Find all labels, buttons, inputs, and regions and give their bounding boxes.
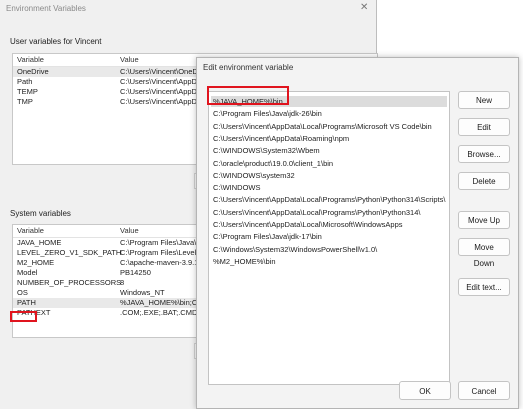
list-item[interactable]: %M2_HOME%\bin (211, 256, 447, 267)
list-item[interactable]: C:\Users\Vincent\AppData\Local\Programs\… (211, 194, 447, 205)
variable-value: C:\Users\Vincent\OneD (120, 67, 198, 76)
list-item[interactable]: C:\WINDOWS (211, 182, 447, 193)
column-variable[interactable]: Variable (17, 55, 44, 64)
ok-button[interactable]: OK (399, 381, 451, 400)
list-item[interactable]: C:\Users\Vincent\AppData\Roaming\npm (211, 133, 447, 144)
delete-button[interactable]: Delete (458, 172, 510, 190)
column-value[interactable]: Value (120, 55, 139, 64)
edit-environment-variable-dialog: Edit environment variable %JAVA_HOME%\bi… (196, 57, 519, 409)
user-variables-label: User variables for Vincent (10, 37, 102, 46)
move-up-button[interactable]: Move Up (458, 211, 510, 229)
variable-name: OS (17, 288, 28, 297)
dialog-title: Edit environment variable (203, 63, 294, 72)
list-item[interactable]: C:\Program Files\Java\jdk-17\bin (211, 231, 447, 242)
list-item[interactable]: C:\Users\Vincent\AppData\Local\Microsoft… (211, 219, 447, 230)
list-item[interactable]: C:\Users\Vincent\AppData\Local\Programs\… (211, 207, 447, 218)
browse-button[interactable]: Browse... (458, 145, 510, 163)
variable-value: C:\Users\Vincent\AppD (120, 87, 197, 96)
variable-name: TMP (17, 97, 33, 106)
list-item[interactable]: C:\WINDOWS\system32 (211, 170, 447, 181)
variable-value: .COM;.EXE;.BAT;.CMD;.V (120, 308, 207, 317)
variable-name: TEMP (17, 87, 38, 96)
list-item[interactable]: C:\oracle\product\19.0.0\client_1\bin (211, 158, 447, 169)
java-home-highlight-box (207, 86, 289, 105)
variable-value: C:\Program Files\Level2 (120, 248, 201, 257)
variable-name: LEVEL_ZERO_V1_SDK_PATH (17, 248, 122, 257)
column-value[interactable]: Value (120, 226, 139, 235)
variable-value: C:\Program Files\Java\j (120, 238, 198, 247)
variable-value: C:\apache-maven-3.9.1 (120, 258, 199, 267)
variable-value: PB14250 (120, 268, 151, 277)
variable-value: %JAVA_HOME%\bin;C:\ (120, 298, 202, 307)
variable-value: Windows_NT (120, 288, 165, 297)
move-down-button[interactable]: Move Down (458, 238, 510, 268)
column-variable[interactable]: Variable (17, 226, 44, 235)
variable-name: M2_HOME (17, 258, 55, 267)
variable-name: Path (17, 77, 33, 86)
list-item[interactable]: C:\Users\Vincent\AppData\Local\Programs\… (211, 121, 447, 132)
variable-name: JAVA_HOME (17, 238, 62, 247)
list-item[interactable]: C:\Windows\System32\WindowsPowerShell\v1… (211, 244, 447, 255)
system-variables-label: System variables (10, 209, 71, 218)
variable-name: OneDrive (17, 67, 49, 76)
path-entries-list[interactable]: %JAVA_HOME%\bin C:\Program Files\Java\jdk… (208, 91, 450, 385)
edit-button[interactable]: Edit (458, 118, 510, 136)
close-icon[interactable]: ✕ (360, 2, 368, 13)
window-title: Environment Variables (6, 4, 86, 13)
list-item[interactable]: C:\Program Files\Java\jdk-26\bin (211, 108, 447, 119)
variable-name: Model (17, 268, 38, 277)
variable-name: NUMBER_OF_PROCESSORS (17, 278, 122, 287)
variable-value: 8 (120, 278, 125, 287)
path-highlight-box (10, 311, 37, 322)
list-item[interactable]: C:\WINDOWS\System32\Wbem (211, 145, 447, 156)
new-button[interactable]: New (458, 91, 510, 109)
cancel-button[interactable]: Cancel (458, 381, 510, 400)
variable-value: C:\Users\Vincent\AppD (120, 77, 197, 86)
variable-name: PATH (17, 298, 36, 307)
edit-text-button[interactable]: Edit text... (458, 278, 510, 296)
variable-value: C:\Users\Vincent\AppD (120, 97, 197, 106)
